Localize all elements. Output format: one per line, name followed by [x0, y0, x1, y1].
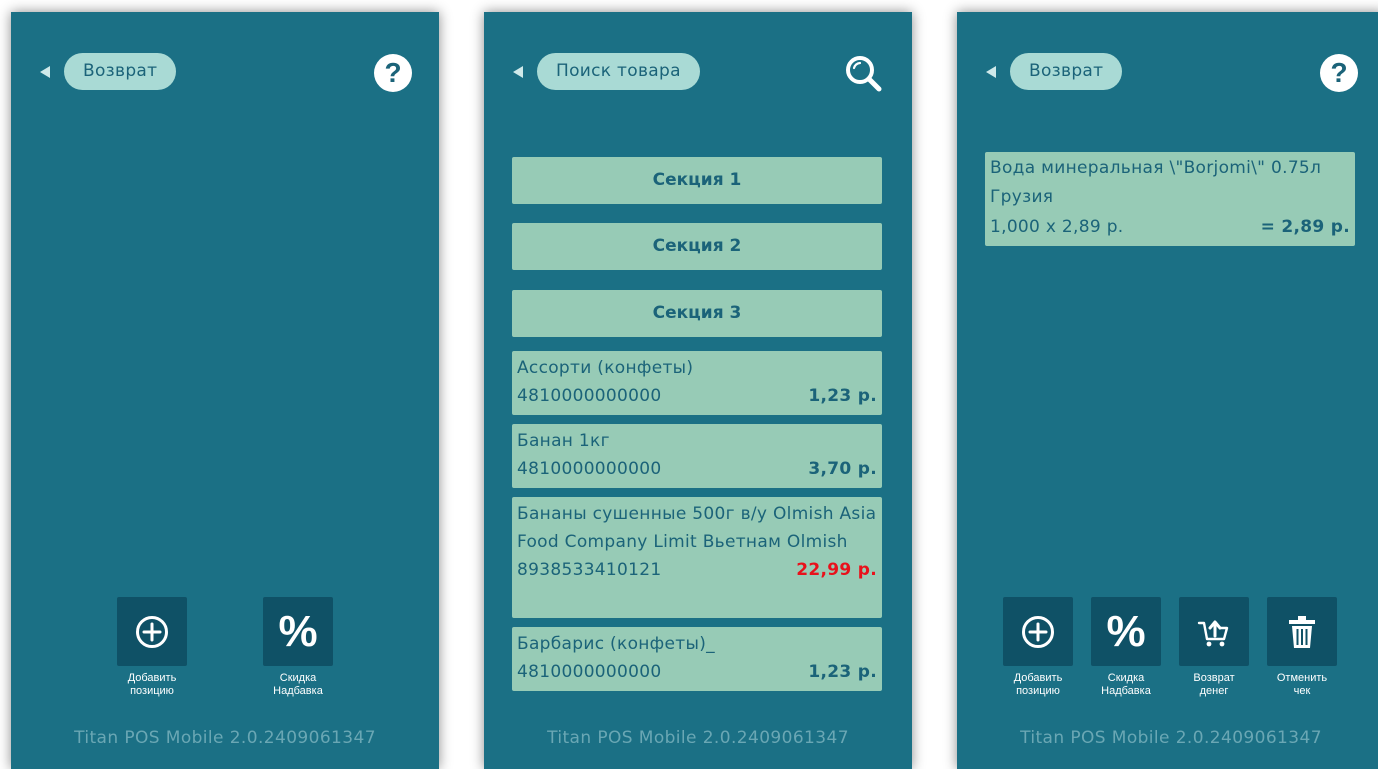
cancel-receipt-label: Отменить чек: [1276, 672, 1328, 697]
receipt-item-qty-price: 1,000 x 2,89 р.: [990, 217, 1124, 237]
discount-markup-tile[interactable]: %: [1091, 597, 1161, 666]
search-icon[interactable]: [843, 53, 885, 95]
product-barcode: 4810000000000: [517, 459, 662, 479]
add-position-tile[interactable]: [117, 597, 187, 666]
product-name: Барбарис (конфеты)_: [517, 634, 715, 654]
cart-return-icon: [1197, 620, 1229, 646]
help-icon[interactable]: ?: [1320, 54, 1358, 92]
back-arrow-icon[interactable]: [513, 66, 523, 78]
product-price: 1,23 р.: [808, 386, 877, 406]
discount-markup-label: Скидка Надбавка: [1101, 672, 1151, 697]
title-pill-return[interactable]: Возврат: [64, 53, 177, 90]
product-barcode: 8938533410121: [517, 560, 662, 580]
receipt-item[interactable]: Вода минеральная \"Borjomi\" 0.75л Грузи…: [985, 152, 1355, 246]
discount-markup-button[interactable]: % Скидка Надбавка: [262, 597, 334, 698]
money-return-tile[interactable]: [1179, 597, 1249, 666]
section-3-button[interactable]: Секция 3: [512, 290, 882, 337]
back-arrow-icon[interactable]: [986, 66, 996, 78]
discount-markup-button[interactable]: % Скидка Надбавка: [1090, 597, 1162, 698]
app-version: Titan POS Mobile 2.0.2409061347: [1020, 728, 1322, 748]
add-position-label: Добавить позицию: [1013, 672, 1063, 697]
product-barcode: 4810000000000: [517, 386, 662, 406]
discount-markup-label: Скидка Надбавка: [273, 672, 323, 697]
add-position-tile[interactable]: [1003, 597, 1073, 666]
product-name: Банан 1кг: [517, 431, 610, 451]
add-position-button[interactable]: Добавить позицию: [116, 597, 188, 698]
product-item[interactable]: Банан 1кг 4810000000000 3,70 р.: [512, 424, 882, 488]
section-1-button[interactable]: Секция 1: [512, 157, 882, 204]
help-icon[interactable]: ?: [374, 54, 412, 92]
cancel-receipt-tile[interactable]: [1267, 597, 1337, 666]
add-position-button[interactable]: Добавить позицию: [1002, 597, 1074, 698]
app-version: Titan POS Mobile 2.0.2409061347: [547, 728, 849, 748]
product-price: 22,99 р.: [796, 560, 877, 580]
plus-circle-icon: [1022, 615, 1054, 648]
product-barcode: 4810000000000: [517, 662, 662, 682]
percent-icon: %: [278, 606, 318, 656]
cancel-receipt-button[interactable]: Отменить чек: [1266, 597, 1338, 698]
discount-markup-tile[interactable]: %: [263, 597, 333, 666]
app-version: Titan POS Mobile 2.0.2409061347: [74, 728, 376, 748]
section-2-button[interactable]: Секция 2: [512, 223, 882, 270]
title-pill-return[interactable]: Возврат: [1010, 53, 1123, 90]
trash-icon: [1289, 615, 1315, 648]
product-price: 1,23 р.: [808, 662, 877, 682]
product-search-screen: Поиск товара Секция 1 Секция 2 Секция 3 …: [484, 12, 912, 769]
plus-circle-icon: [136, 615, 168, 648]
percent-icon: %: [1106, 606, 1146, 656]
add-position-label: Добавить позицию: [127, 672, 177, 697]
title-pill-search[interactable]: Поиск товара: [537, 53, 700, 90]
product-item[interactable]: Ассорти (конфеты) 4810000000000 1,23 р.: [512, 351, 882, 415]
back-arrow-icon[interactable]: [40, 66, 50, 78]
product-price: 3,70 р.: [808, 459, 877, 479]
money-return-button[interactable]: Возврат денег: [1178, 597, 1250, 698]
return-screen-with-item: Возврат ? Вода минеральная \"Borjomi\" 0…: [957, 12, 1378, 769]
product-item[interactable]: Бананы сушенные 500г в/у Olmish Asia Foo…: [512, 497, 882, 618]
product-item[interactable]: Барбарис (конфеты)_ 4810000000000 1,23 р…: [512, 627, 882, 691]
product-name: Бананы сушенные 500г в/у Olmish Asia Foo…: [517, 504, 877, 552]
return-screen-empty: Возврат ? Добавить позицию % Скидка Надб…: [11, 12, 439, 769]
receipt-item-name: Вода минеральная \"Borjomi\" 0.75л Грузи…: [990, 158, 1322, 207]
money-return-label: Возврат денег: [1193, 672, 1235, 697]
receipt-item-total: = 2,89 р.: [1260, 217, 1350, 237]
product-name: Ассорти (конфеты): [517, 358, 694, 378]
